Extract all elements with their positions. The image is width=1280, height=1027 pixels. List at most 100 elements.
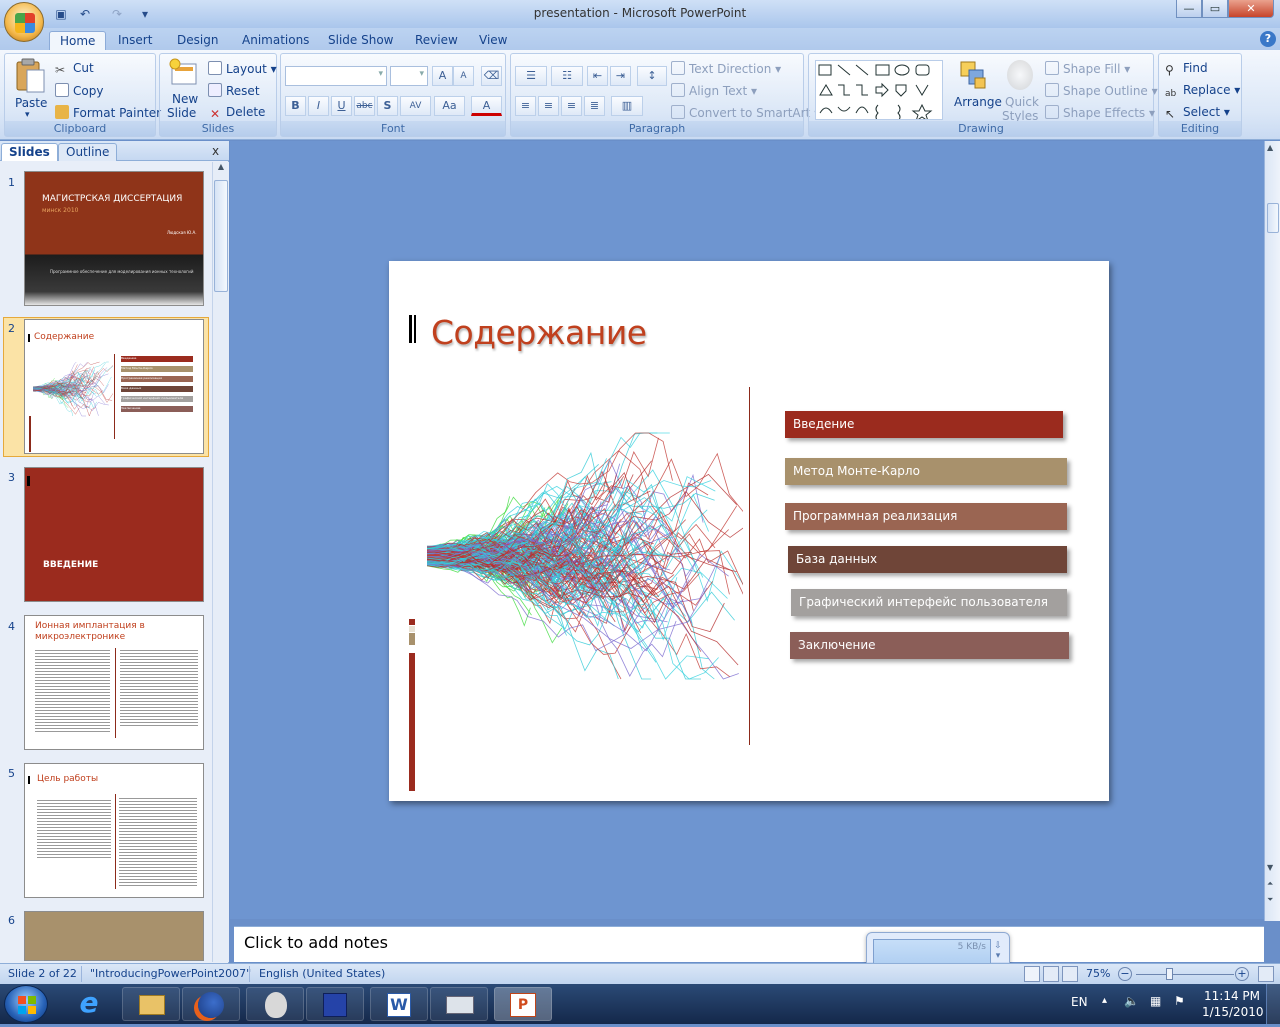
normal-view-icon[interactable] bbox=[1024, 966, 1040, 982]
shapes-gallery[interactable] bbox=[815, 60, 943, 123]
slide-thumbnail-3[interactable]: ВВЕДЕНИЕ bbox=[24, 467, 204, 602]
tray-expand-icon[interactable]: ▴ bbox=[1102, 995, 1107, 1006]
slide-thumbnail-2[interactable]: Содержание Введение Метод Монте-Карло Пр… bbox=[24, 319, 204, 454]
find-button[interactable]: ⚲ Find bbox=[1165, 61, 1208, 77]
bullets-button[interactable]: ☰ bbox=[515, 66, 547, 86]
reset-button[interactable]: Reset bbox=[208, 83, 260, 98]
maximize-button[interactable]: ▭ bbox=[1202, 0, 1228, 18]
paste-icon[interactable] bbox=[13, 58, 47, 94]
tab-design[interactable]: Design bbox=[167, 31, 228, 50]
shrink-font-button[interactable]: A bbox=[453, 66, 474, 86]
scroll-up-icon[interactable]: ▲ bbox=[1267, 143, 1273, 152]
slide-thumbnail-1[interactable]: МАГИСТРСКАЯ ДИССЕРТАЦИЯ минск 2010 Людск… bbox=[24, 171, 204, 306]
replace-button[interactable]: ab Replace ▾ bbox=[1165, 83, 1240, 103]
menu-item-database[interactable]: База данных bbox=[788, 546, 1067, 573]
character-spacing-button[interactable]: AV bbox=[400, 96, 431, 116]
bold-button[interactable]: B bbox=[285, 96, 306, 116]
save-icon[interactable]: ▣ bbox=[52, 5, 70, 23]
start-button[interactable] bbox=[4, 985, 48, 1023]
shape-fill-button[interactable]: Shape Fill ▾ bbox=[1045, 61, 1130, 76]
paste-dropdown-icon[interactable]: ▾ bbox=[25, 110, 30, 120]
action-center-icon[interactable]: ⚑ bbox=[1174, 994, 1185, 1008]
notes-placeholder[interactable]: Click to add notes bbox=[244, 933, 388, 952]
numbering-button[interactable]: ☷ bbox=[551, 66, 583, 86]
align-center-button[interactable]: ≡ bbox=[538, 96, 559, 116]
scroll-down-icon[interactable]: ▼ bbox=[1267, 863, 1273, 872]
select-button[interactable]: ↖ Select ▾ bbox=[1165, 105, 1230, 121]
network-icon[interactable]: ▦ bbox=[1150, 994, 1161, 1008]
cut-button[interactable]: ✂ Cut bbox=[55, 61, 94, 77]
clock-date[interactable]: 1/15/2010 bbox=[1202, 1005, 1264, 1019]
decrease-indent-button[interactable]: ⇤ bbox=[587, 66, 608, 86]
close-pane-icon[interactable]: x bbox=[212, 144, 219, 158]
line-spacing-button[interactable]: ↕ bbox=[637, 66, 667, 86]
previous-slide-icon[interactable]: ⏶ bbox=[1267, 879, 1273, 889]
menu-item-intro[interactable]: Введение bbox=[785, 411, 1063, 438]
underline-button[interactable]: U bbox=[331, 96, 352, 116]
font-name-combo[interactable]: ▾ bbox=[285, 66, 387, 86]
show-desktop-button[interactable] bbox=[1266, 984, 1280, 1024]
font-size-combo[interactable]: ▾ bbox=[390, 66, 428, 86]
tab-outline-pane[interactable]: Outline bbox=[58, 143, 118, 161]
tab-home[interactable]: Home bbox=[49, 31, 107, 50]
firefox-icon[interactable] bbox=[182, 987, 240, 1021]
slide-title[interactable]: Содержание bbox=[431, 313, 647, 352]
quick-styles-button[interactable]: Quick bbox=[1005, 95, 1039, 109]
zoom-level[interactable]: 75% bbox=[1086, 967, 1110, 980]
zoom-in-icon[interactable]: + bbox=[1235, 967, 1249, 981]
slide-thumbnail-5[interactable]: Цель работы bbox=[24, 763, 204, 898]
notes-pane[interactable]: Click to add notes bbox=[234, 926, 1264, 962]
powerpoint-icon[interactable]: P bbox=[494, 987, 552, 1021]
tab-review[interactable]: Review bbox=[405, 31, 468, 50]
copy-button[interactable]: Copy bbox=[55, 83, 103, 98]
shadow-button[interactable]: S bbox=[377, 96, 398, 116]
zoom-out-icon[interactable]: − bbox=[1118, 967, 1132, 981]
floppy-icon[interactable] bbox=[306, 987, 364, 1021]
pane-scrollbar[interactable]: ▲ bbox=[212, 162, 229, 962]
language-bar[interactable]: EN bbox=[1071, 995, 1088, 1009]
slide-thumbnail-6[interactable] bbox=[24, 911, 204, 961]
current-slide[interactable]: Содержание Введение Метод Монте-Карло Пр… bbox=[389, 261, 1109, 801]
close-button[interactable]: ✕ bbox=[1228, 0, 1274, 18]
undo-icon[interactable]: ↶ bbox=[76, 5, 94, 23]
change-case-button[interactable]: Aa bbox=[434, 96, 465, 116]
redo-icon[interactable]: ↷ bbox=[108, 5, 126, 23]
menu-item-gui[interactable]: Графический интерфейс пользователя bbox=[791, 589, 1067, 616]
zoom-slider-thumb[interactable] bbox=[1166, 968, 1173, 980]
tab-slides-pane[interactable]: Slides bbox=[1, 143, 58, 161]
shape-outline-button[interactable]: Shape Outline ▾ bbox=[1045, 83, 1158, 98]
workspace-scroll-thumb[interactable] bbox=[1267, 203, 1279, 233]
printer-icon[interactable] bbox=[430, 987, 488, 1021]
qat-customize-button[interactable]: ▾ bbox=[136, 5, 154, 23]
delete-button[interactable]: ✕ Delete bbox=[208, 105, 265, 121]
word-icon[interactable]: W bbox=[370, 987, 428, 1021]
justify-button[interactable]: ≣ bbox=[584, 96, 605, 116]
increase-indent-button[interactable]: ⇥ bbox=[610, 66, 631, 86]
help-icon[interactable]: ? bbox=[1260, 31, 1276, 47]
new-slide-label[interactable]: New bbox=[172, 92, 198, 106]
columns-button[interactable]: ▥ bbox=[611, 96, 643, 116]
tab-animations[interactable]: Animations bbox=[232, 31, 319, 50]
format-painter-button[interactable]: Format Painter bbox=[55, 105, 161, 120]
minimize-button[interactable]: — bbox=[1176, 0, 1202, 18]
convert-smartart-button[interactable]: Convert to SmartArt ▾ bbox=[671, 105, 820, 120]
theme-name[interactable]: "IntroducingPowerPoint2007" bbox=[90, 967, 251, 980]
office-button[interactable] bbox=[4, 2, 44, 42]
new-slide-label-2[interactable]: Slide bbox=[167, 106, 196, 120]
workspace-scrollbar[interactable]: ▲ ▼ ⏶ ⏷ bbox=[1264, 141, 1280, 921]
next-slide-icon[interactable]: ⏷ bbox=[1267, 895, 1273, 905]
italic-button[interactable]: I bbox=[308, 96, 329, 116]
clear-formatting-button[interactable]: ⌫ bbox=[481, 66, 502, 86]
menu-item-monte-carlo[interactable]: Метод Монте-Карло bbox=[785, 458, 1067, 485]
slide-thumbnail-4[interactable]: Ионная имплантация в микроэлектронике bbox=[24, 615, 204, 750]
fit-to-window-icon[interactable] bbox=[1258, 966, 1274, 982]
scroll-up-icon[interactable]: ▲ bbox=[214, 162, 228, 176]
shape-effects-button[interactable]: Shape Effects ▾ bbox=[1045, 105, 1155, 120]
tab-view[interactable]: View bbox=[469, 31, 517, 50]
align-text-button[interactable]: Align Text ▾ bbox=[671, 83, 757, 98]
align-right-button[interactable]: ≡ bbox=[561, 96, 582, 116]
grow-font-button[interactable]: A bbox=[432, 66, 453, 86]
arrange-icon[interactable] bbox=[959, 60, 989, 92]
menu-item-software[interactable]: Программная реализация bbox=[785, 503, 1067, 530]
quick-styles-icon[interactable] bbox=[1007, 60, 1033, 90]
